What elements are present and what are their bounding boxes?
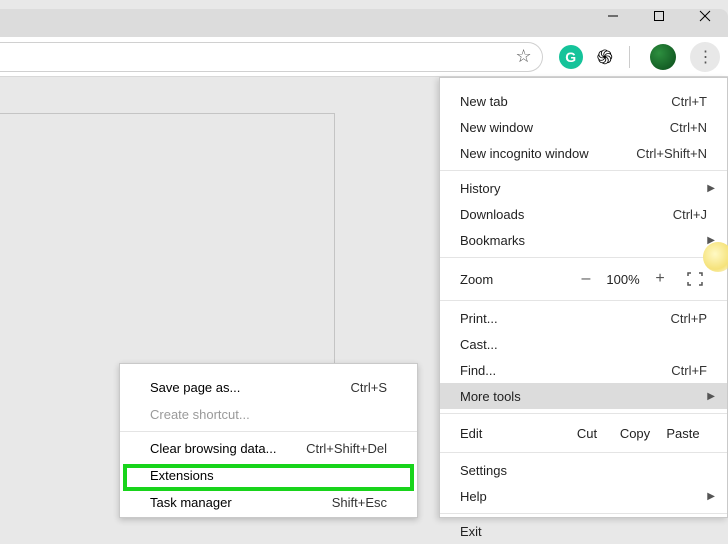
zoom-value: 100% [599, 272, 647, 287]
menu-item-find[interactable]: Find... Ctrl+F [440, 357, 727, 383]
omnibox[interactable]: ☆ [0, 42, 543, 72]
menu-item-new-incognito[interactable]: New incognito window Ctrl+Shift+N [440, 140, 727, 166]
menu-label: Task manager [150, 495, 332, 510]
toolbar: ☆ G ֍ ⋮ [0, 37, 728, 77]
more-tools-submenu: Save page as... Ctrl+S Create shortcut..… [119, 363, 418, 518]
menu-label: Print... [460, 311, 671, 326]
maximize-button[interactable] [636, 0, 682, 32]
menu-label: Clear browsing data... [150, 441, 306, 456]
submenu-item-clear-data[interactable]: Clear browsing data... Ctrl+Shift+Del [120, 435, 417, 462]
menu-label: Downloads [460, 207, 673, 222]
menu-separator [440, 257, 727, 258]
zoom-out-button[interactable]: – [573, 270, 599, 288]
edit-label: Edit [460, 426, 563, 441]
menu-separator [440, 513, 727, 514]
cut-button[interactable]: Cut [563, 426, 611, 441]
menu-label: Cast... [460, 337, 707, 352]
zoom-label: Zoom [460, 272, 573, 287]
menu-separator [440, 300, 727, 301]
menu-item-edit: Edit Cut Copy Paste [440, 418, 727, 448]
menu-separator [440, 170, 727, 171]
submenu-item-task-manager[interactable]: Task manager Shift+Esc [120, 489, 417, 516]
menu-shortcut: Ctrl+P [671, 311, 707, 326]
menu-shortcut: Ctrl+Shift+Del [306, 441, 387, 456]
bookmark-star-icon[interactable]: ☆ [516, 46, 532, 67]
menu-item-print[interactable]: Print... Ctrl+P [440, 305, 727, 331]
window-controls [590, 0, 728, 32]
profile-avatar[interactable] [650, 44, 676, 70]
menu-label: History [460, 181, 707, 196]
extension-icon[interactable]: ֍ [597, 43, 613, 70]
menu-shortcut: Ctrl+N [670, 120, 707, 135]
menu-shortcut: Shift+Esc [332, 495, 387, 510]
menu-item-history[interactable]: History ▶ [440, 175, 727, 201]
menu-item-zoom: Zoom – 100% + [440, 262, 727, 296]
menu-label: More tools [460, 389, 707, 404]
menu-item-settings[interactable]: Settings [440, 457, 727, 483]
zoom-in-button[interactable]: + [647, 270, 673, 288]
menu-label: Bookmarks [460, 233, 707, 248]
menu-label: Save page as... [150, 380, 351, 395]
menu-separator [440, 452, 727, 453]
chrome-main-menu: New tab Ctrl+T New window Ctrl+N New inc… [439, 77, 728, 518]
menu-item-more-tools[interactable]: More tools ▶ [440, 383, 727, 409]
menu-shortcut: Ctrl+T [671, 94, 707, 109]
menu-item-bookmarks[interactable]: Bookmarks ▶ [440, 227, 727, 253]
menu-shortcut: Ctrl+Shift+N [636, 146, 707, 161]
copy-button[interactable]: Copy [611, 426, 659, 441]
submenu-arrow-icon: ▶ [707, 391, 715, 402]
menu-label: New incognito window [460, 146, 636, 161]
menu-label: Help [460, 489, 707, 504]
minimize-button[interactable] [590, 0, 636, 32]
cursor-highlight [703, 242, 728, 272]
toolbar-divider [629, 46, 630, 68]
menu-label: Extensions [150, 468, 387, 483]
menu-item-new-window[interactable]: New window Ctrl+N [440, 114, 727, 140]
submenu-arrow-icon: ▶ [707, 183, 715, 194]
menu-item-exit[interactable]: Exit [440, 518, 727, 544]
close-button[interactable] [682, 0, 728, 32]
menu-label: New tab [460, 94, 671, 109]
menu-label: Settings [460, 463, 707, 478]
submenu-item-extensions[interactable]: Extensions [120, 462, 417, 489]
menu-shortcut: Ctrl+J [673, 207, 707, 222]
menu-item-new-tab[interactable]: New tab Ctrl+T [440, 88, 727, 114]
menu-shortcut: Ctrl+F [671, 363, 707, 378]
menu-item-downloads[interactable]: Downloads Ctrl+J [440, 201, 727, 227]
menu-item-cast[interactable]: Cast... [440, 331, 727, 357]
menu-item-help[interactable]: Help ▶ [440, 483, 727, 509]
menu-label: Find... [460, 363, 671, 378]
menu-separator [440, 413, 727, 414]
submenu-arrow-icon: ▶ [707, 491, 715, 502]
submenu-item-save-page[interactable]: Save page as... Ctrl+S [120, 374, 417, 401]
menu-shortcut: Ctrl+S [351, 380, 387, 395]
menu-label: Create shortcut... [150, 407, 387, 422]
menu-label: Exit [460, 524, 707, 539]
chrome-menu-button[interactable]: ⋮ [690, 42, 720, 72]
grammarly-extension-icon[interactable]: G [559, 45, 583, 69]
fullscreen-button[interactable] [683, 270, 707, 288]
submenu-item-create-shortcut[interactable]: Create shortcut... [120, 401, 417, 428]
paste-button[interactable]: Paste [659, 426, 707, 441]
menu-separator [120, 431, 417, 432]
menu-label: New window [460, 120, 670, 135]
